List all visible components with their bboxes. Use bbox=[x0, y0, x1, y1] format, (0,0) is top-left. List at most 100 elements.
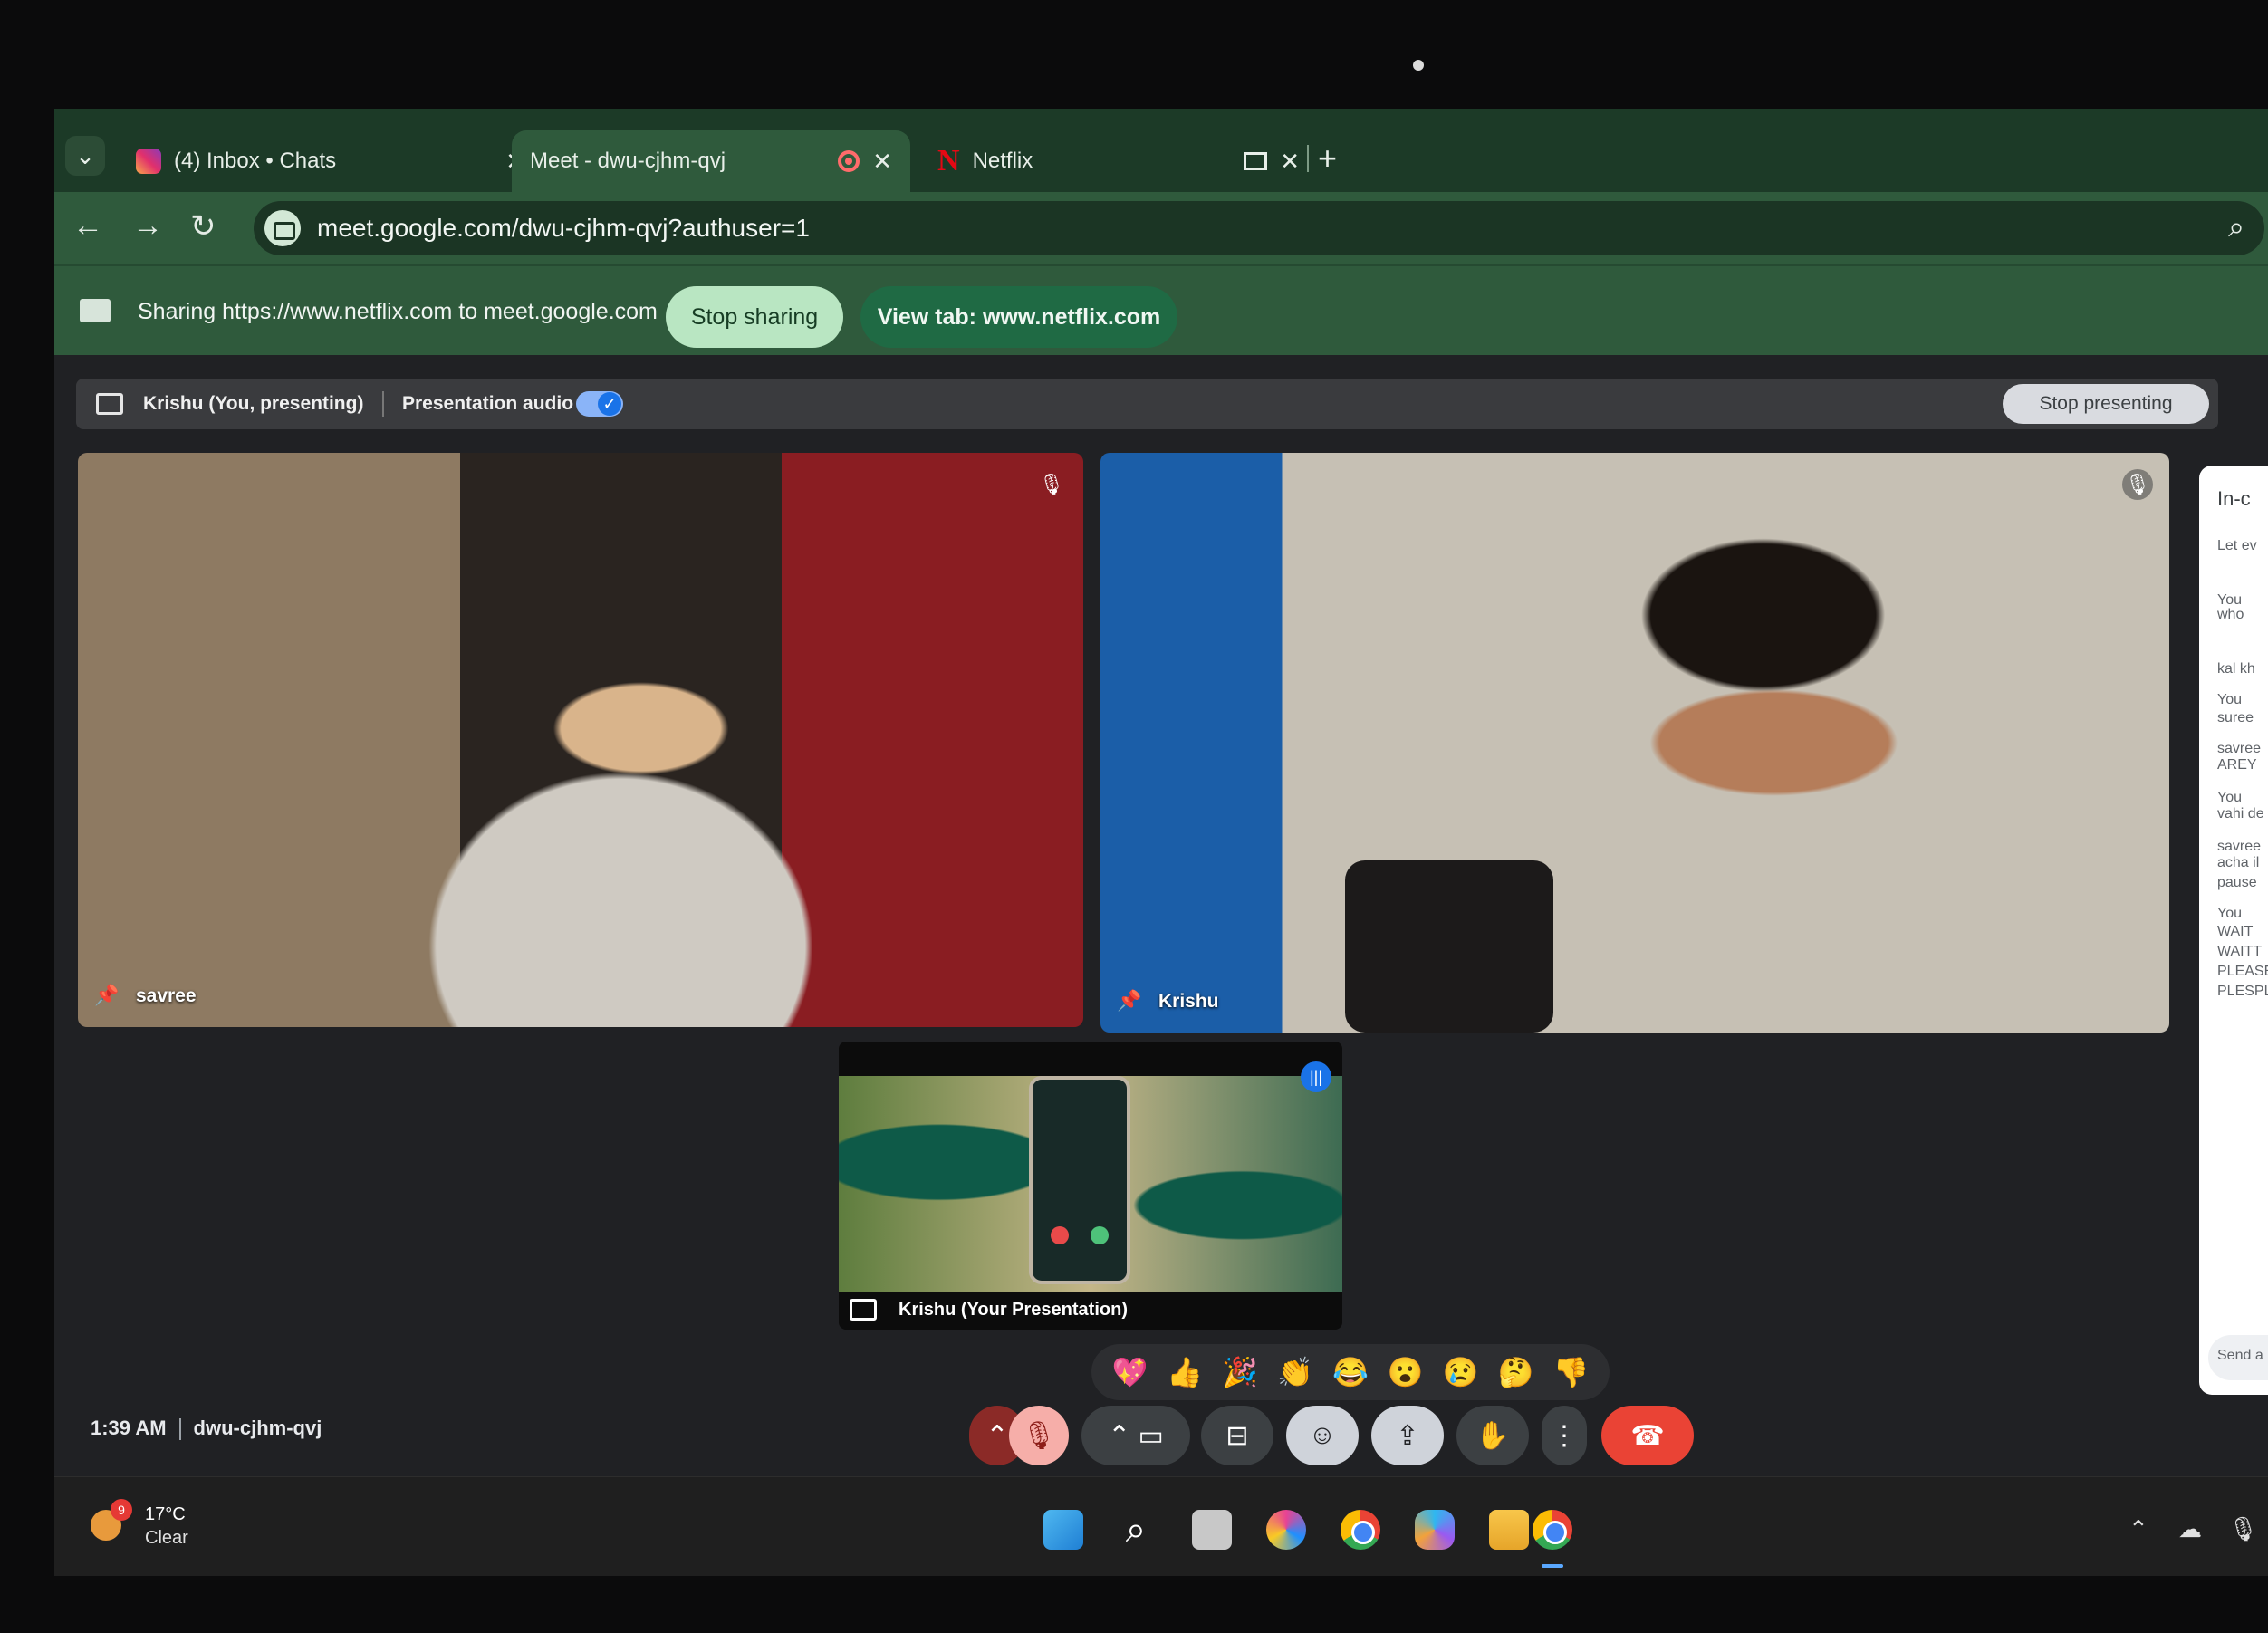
presentation-tile[interactable]: ||| Krishu (Your Presentation) bbox=[839, 1042, 1342, 1330]
chat-message: kal kh bbox=[2217, 661, 2255, 677]
url-text[interactable]: meet.google.com/dwu-cjhm-qvj?authuser=1 bbox=[317, 214, 810, 243]
present-icon bbox=[96, 393, 123, 415]
captions-button[interactable]: ⊟ bbox=[1201, 1406, 1273, 1465]
microphone-icon[interactable]: 🎙 bbox=[2228, 1515, 2258, 1543]
chat-message: You bbox=[2217, 692, 2242, 707]
picture-in-picture-icon bbox=[1244, 152, 1268, 170]
mic-off-button[interactable]: 🎙 bbox=[1009, 1406, 1069, 1465]
chat-message: savree bbox=[2217, 839, 2262, 854]
tab-label: Meet - dwu-cjhm-qvj bbox=[530, 149, 726, 173]
divider bbox=[178, 1418, 181, 1441]
reaction-party[interactable]: 🎉 bbox=[1222, 1355, 1258, 1389]
forward-icon[interactable]: → bbox=[132, 208, 163, 244]
reaction-thumbs-down[interactable]: 👎 bbox=[1553, 1355, 1590, 1389]
chat-message: PLEASE bbox=[2217, 964, 2268, 979]
raise-hand-button[interactable]: ✋ bbox=[1456, 1406, 1529, 1465]
tab-netflix[interactable]: N Netflix ✕ bbox=[919, 130, 1318, 192]
site-info-icon[interactable] bbox=[264, 210, 301, 246]
tab-label: Netflix bbox=[972, 149, 1033, 173]
windows-taskbar: 9 17°C Clear ⌕ ⌃ ☁ 🎙 bbox=[54, 1476, 2268, 1576]
weather-condition[interactable]: Clear bbox=[145, 1528, 188, 1549]
more-options-icon[interactable]: ⋮ bbox=[1542, 1406, 1587, 1465]
close-tab-icon[interactable]: ✕ bbox=[1280, 148, 1300, 176]
stop-presenting-button[interactable]: Stop presenting bbox=[2003, 384, 2209, 424]
copilot-icon[interactable] bbox=[1415, 1510, 1455, 1550]
windows-start-icon[interactable] bbox=[1043, 1510, 1083, 1550]
show-hidden-icons-icon[interactable]: ⌃ bbox=[2129, 1515, 2148, 1543]
paint-app-icon[interactable] bbox=[1266, 1510, 1306, 1550]
present-button[interactable]: ⇪ bbox=[1371, 1406, 1444, 1465]
stop-sharing-button[interactable]: Stop sharing bbox=[666, 286, 843, 348]
sharing-text: Sharing https://www.netflix.com to meet.… bbox=[138, 299, 658, 324]
screen: ⌄ (4) Inbox • Chats ✕ Meet - dwu-cjhm-qv… bbox=[54, 109, 2268, 1576]
meet-area: Krishu (You, presenting) Presentation au… bbox=[54, 355, 2268, 1576]
leave-call-button[interactable]: ☎ bbox=[1601, 1406, 1694, 1465]
onedrive-icon[interactable]: ☁ bbox=[2178, 1515, 2202, 1543]
chat-message: AREY bbox=[2217, 757, 2257, 773]
reaction-sad[interactable]: 😢 bbox=[1443, 1355, 1479, 1389]
reaction-surprised[interactable]: 😮 bbox=[1388, 1355, 1424, 1389]
laptop-bezel: ⌄ (4) Inbox • Chats ✕ Meet - dwu-cjhm-qv… bbox=[0, 0, 2268, 1633]
zoom-icon[interactable]: ⌕ bbox=[2228, 210, 2244, 245]
participant-tile-savree[interactable]: 🎙 📌 savree bbox=[78, 453, 1083, 1027]
task-view-icon[interactable] bbox=[1192, 1510, 1232, 1550]
tab-separator bbox=[1307, 145, 1309, 172]
chat-message: pause bbox=[2217, 875, 2257, 890]
presentation-audio-toggle[interactable] bbox=[576, 391, 623, 417]
tab-label: (4) Inbox • Chats bbox=[174, 149, 337, 173]
file-explorer-icon[interactable] bbox=[1489, 1510, 1529, 1550]
view-tab-button[interactable]: View tab: www.netflix.com bbox=[860, 286, 1177, 348]
audio-level-icon: ||| bbox=[1301, 1061, 1331, 1092]
reaction-heart[interactable]: 💖 bbox=[1112, 1355, 1148, 1389]
meeting-time: 1:39 AM bbox=[91, 1417, 167, 1439]
chat-message: WAITT bbox=[2217, 944, 2263, 959]
weather-temperature[interactable]: 17°C bbox=[145, 1504, 186, 1525]
chrome-icon[interactable] bbox=[1341, 1510, 1380, 1550]
presenting-label: Krishu (You, presenting) bbox=[143, 393, 364, 414]
netflix-icon: N bbox=[937, 144, 960, 178]
tab-search-icon[interactable]: ⌄ bbox=[65, 136, 105, 176]
phone-call-screen bbox=[1029, 1076, 1130, 1284]
chat-message: acha il bbox=[2217, 855, 2260, 870]
camera-button[interactable]: ⌃ ▭ bbox=[1081, 1406, 1190, 1465]
reaction-clap[interactable]: 👏 bbox=[1277, 1355, 1313, 1389]
emoji-reactions-button[interactable]: ☺ bbox=[1286, 1406, 1359, 1465]
phone-in-video bbox=[1345, 860, 1553, 1033]
decline-call-icon bbox=[1051, 1226, 1069, 1244]
chat-input[interactable]: Send a bbox=[2208, 1335, 2268, 1380]
pin-icon[interactable]: 📌 bbox=[1117, 989, 1141, 1016]
active-app-indicator bbox=[1542, 1564, 1563, 1568]
presentation-caption: Krishu (Your Presentation) bbox=[899, 1300, 1128, 1320]
presenting-bar: Krishu (You, presenting) Presentation au… bbox=[76, 379, 2218, 429]
sharing-infobar: Sharing https://www.netflix.com to meet.… bbox=[54, 264, 2268, 355]
reaction-laugh[interactable]: 😂 bbox=[1332, 1355, 1369, 1389]
tab-meet[interactable]: Meet - dwu-cjhm-qvj ✕ bbox=[512, 130, 910, 1576]
back-icon[interactable]: ← bbox=[72, 208, 103, 244]
meeting-details: 1:39 AM dwu-cjhm-qvj bbox=[91, 1417, 322, 1441]
chat-message: suree bbox=[2217, 710, 2254, 725]
tab-strip: ⌄ (4) Inbox • Chats ✕ Meet - dwu-cjhm-qv… bbox=[54, 109, 2268, 1576]
reload-icon[interactable]: ↻ bbox=[190, 208, 216, 245]
chat-message: vahi de bbox=[2217, 806, 2264, 821]
tab-instagram[interactable]: (4) Inbox • Chats ✕ bbox=[118, 130, 543, 192]
reaction-thinking[interactable]: 🤔 bbox=[1498, 1355, 1534, 1389]
participant-tile-krishu[interactable]: 🎙 📌 Krishu bbox=[1100, 453, 2169, 1033]
webcam bbox=[1413, 60, 1424, 71]
participant-name: Krishu bbox=[1158, 991, 1219, 1012]
chat-message: You bbox=[2217, 906, 2242, 921]
mic-off-icon: 🎙 bbox=[1039, 473, 1064, 495]
chrome-profile-icon[interactable] bbox=[1533, 1510, 1572, 1550]
reaction-thumbs-up[interactable]: 👍 bbox=[1167, 1355, 1203, 1389]
meeting-code: dwu-cjhm-qvj bbox=[193, 1417, 322, 1439]
chat-message: PLESPL bbox=[2217, 984, 2268, 999]
new-tab-icon[interactable]: + bbox=[1318, 139, 1337, 178]
chat-panel: In-c Let ev You who kal kh You suree sav… bbox=[2199, 466, 2268, 1395]
address-bar[interactable]: meet.google.com/dwu-cjhm-qvj?authuser=1 … bbox=[254, 201, 2264, 255]
pin-icon[interactable]: 📌 bbox=[94, 984, 119, 1011]
search-icon[interactable]: ⌕ bbox=[1116, 1510, 1156, 1550]
chat-message: Let ev bbox=[2217, 538, 2257, 553]
chat-message: WAIT bbox=[2217, 924, 2254, 939]
reactions-bar: 💖 👍 🎉 👏 😂 😮 😢 🤔 👎 bbox=[1091, 1344, 1610, 1400]
close-tab-icon[interactable]: ✕ bbox=[872, 148, 892, 176]
browser-toolbar: ← → ↻ meet.google.com/dwu-cjhm-qvj?authu… bbox=[54, 192, 2268, 264]
